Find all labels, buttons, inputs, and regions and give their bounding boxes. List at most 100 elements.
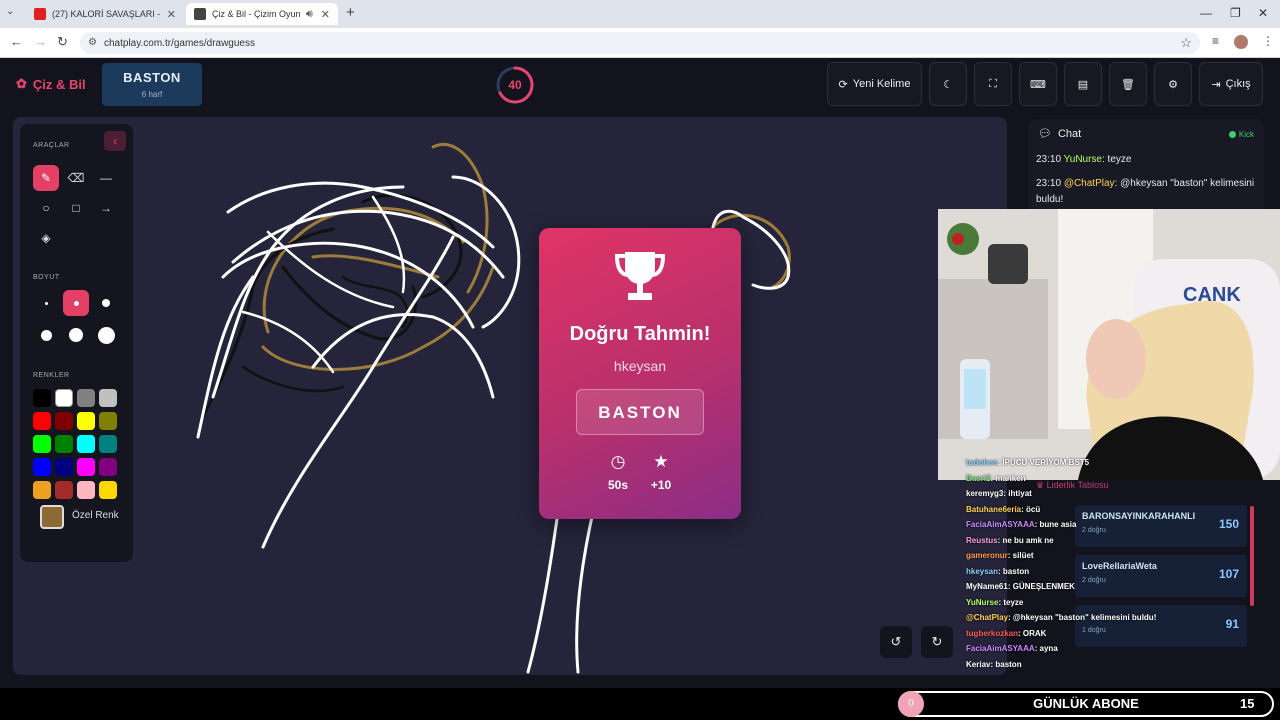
- color-swatch[interactable]: [55, 412, 73, 430]
- guessed-word: BASTON: [576, 389, 704, 435]
- color-swatch[interactable]: [33, 389, 51, 407]
- tools-panel: ARAÇLAR ‹ ✎ ⌫ — ○ □ → ◈ BOYUT RENKLER Öz…: [20, 124, 133, 562]
- overlay-chat-user: MyName61: [966, 582, 1008, 591]
- colors-section-label: RENKLER: [33, 372, 70, 379]
- gear-icon: ⚙: [1168, 78, 1178, 91]
- size-option-xxl[interactable]: [93, 322, 119, 348]
- color-swatch[interactable]: [77, 412, 95, 430]
- timer-value: 40: [508, 78, 522, 92]
- app-logo: ✿ Çiz & Bil: [16, 76, 86, 92]
- clear-canvas-button[interactable]: 🗑︎: [1109, 62, 1147, 106]
- undo-icon: ↺: [890, 634, 902, 649]
- color-swatch[interactable]: [33, 481, 51, 499]
- chat-message: 23:10 YuNurse: teyze: [1036, 154, 1132, 165]
- color-swatch[interactable]: [99, 458, 117, 476]
- close-tab-icon[interactable]: ✕: [321, 8, 330, 21]
- size-option-m[interactable]: [93, 290, 119, 316]
- custom-color-swatch[interactable]: [40, 505, 64, 529]
- reload-icon[interactable]: ↻: [57, 34, 68, 50]
- tab-list-icon[interactable]: ⌄: [6, 6, 14, 17]
- color-swatch[interactable]: [77, 389, 95, 407]
- overlay-chat-user: hkeysan: [966, 566, 999, 576]
- browser-tab-youtube[interactable]: (27) KALORİ SAVAŞLARI - YouT ✕: [26, 3, 184, 25]
- color-swatch[interactable]: [99, 389, 117, 407]
- bookmark-star-icon[interactable]: ☆: [1180, 35, 1192, 51]
- color-swatch[interactable]: [99, 435, 117, 453]
- exit-button[interactable]: ⇥ Çıkış: [1199, 62, 1263, 106]
- drawing-canvas[interactable]: [13, 117, 1007, 675]
- overlay-chat-message: hkeysan: baston: [966, 567, 1029, 576]
- browser-tab-drawguess[interactable]: Çiz & Bil - Çizim Oyunu 🔊︎ ✕: [186, 3, 338, 25]
- color-swatch[interactable]: [77, 458, 95, 476]
- arrow-tool-button[interactable]: →: [93, 195, 119, 221]
- star-icon: ★: [653, 452, 669, 471]
- close-window-icon[interactable]: ✕: [1258, 6, 1268, 20]
- color-swatch[interactable]: [77, 435, 95, 453]
- tab-title: Çiz & Bil - Çizim Oyunu: [212, 9, 300, 19]
- archive-button[interactable]: ▤: [1064, 62, 1102, 106]
- brush-tool-button[interactable]: ✎: [33, 165, 59, 191]
- close-tab-icon[interactable]: ✕: [167, 8, 176, 21]
- line-tool-button[interactable]: —: [93, 165, 119, 191]
- fill-tool-button[interactable]: ◈: [33, 225, 59, 251]
- color-swatch[interactable]: [33, 458, 51, 476]
- circle-icon: ○: [42, 201, 50, 215]
- color-swatch[interactable]: [33, 435, 51, 453]
- fill-bucket-icon: ◈: [41, 231, 51, 245]
- subscriber-count: 15: [1240, 696, 1255, 711]
- arrow-icon: →: [100, 201, 112, 215]
- collapse-panel-button[interactable]: ‹: [104, 131, 126, 151]
- keyboard-button[interactable]: ⌨: [1019, 62, 1057, 106]
- streamer-camera-image: CANK: [938, 209, 1280, 480]
- settings-button[interactable]: ⚙: [1154, 62, 1192, 106]
- speaker-icon[interactable]: 🔊︎: [306, 8, 313, 21]
- circle-tool-button[interactable]: ○: [33, 195, 59, 221]
- restore-icon[interactable]: ❐: [1230, 6, 1241, 20]
- overlay-chat-text: : baston: [998, 566, 1030, 576]
- new-word-button[interactable]: ⟳ Yeni Kelime: [827, 62, 922, 106]
- sketch-strokes: [196, 142, 957, 674]
- overlay-chat-text: : bune asia: [1034, 520, 1077, 529]
- minimize-icon[interactable]: —: [1200, 6, 1212, 20]
- overlay-chat-user: YuNurse: [966, 597, 999, 607]
- color-swatch[interactable]: [55, 435, 73, 453]
- color-swatch[interactable]: [55, 481, 73, 499]
- profile-avatar[interactable]: [1234, 35, 1248, 49]
- trash-icon: 🗑︎: [1121, 78, 1135, 91]
- color-swatch[interactable]: [99, 412, 117, 430]
- site-info-icon[interactable]: ⚙: [88, 37, 97, 48]
- color-swatch[interactable]: [55, 458, 73, 476]
- rectangle-tool-button[interactable]: □: [63, 195, 89, 221]
- new-tab-icon[interactable]: +: [346, 4, 355, 21]
- media-icon[interactable]: ≡: [1212, 34, 1219, 48]
- overlay-chat-message: keremyg3: ihtiyat: [966, 489, 1032, 498]
- overlay-chat-message: @ChatPlay: @hkeysan "baston" kelimesini …: [966, 613, 1156, 622]
- expand-icon: ⛶: [989, 77, 997, 90]
- color-swatch[interactable]: [77, 481, 95, 499]
- url-field[interactable]: ⚙ chatplay.com.tr/games/drawguess ☆: [80, 32, 1200, 54]
- overlay-chat-message: MyName61: GÜNEŞLENMEK: [966, 582, 1075, 591]
- overlay-chat-message: Reustus: ne bu amk ne: [966, 536, 1054, 545]
- size-option-xs[interactable]: [33, 290, 59, 316]
- size-option-xl[interactable]: [63, 322, 89, 348]
- overlay-chat-user: gameronur: [966, 551, 1008, 560]
- color-swatch[interactable]: [99, 481, 117, 499]
- undo-button[interactable]: ↺: [880, 626, 912, 658]
- overlay-chat-user: tudoben: [966, 458, 998, 467]
- dark-mode-button[interactable]: ☾: [929, 62, 967, 106]
- size-option-s[interactable]: [63, 290, 89, 316]
- game-favicon-icon: [194, 8, 206, 20]
- back-icon[interactable]: ←: [10, 34, 23, 49]
- svg-text:CANK: CANK: [1183, 284, 1241, 306]
- eraser-tool-button[interactable]: ⌫: [63, 165, 89, 191]
- redo-button[interactable]: ↻: [921, 626, 953, 658]
- forward-icon[interactable]: →: [34, 34, 47, 49]
- stream-chat-overlay: tudoben: İPUCU VERİYOM BST5 Basri2: manke…: [962, 454, 1280, 670]
- color-swatch[interactable]: [33, 412, 51, 430]
- overlay-chat-user: Basri2: [966, 473, 991, 483]
- size-option-l[interactable]: [33, 322, 59, 348]
- menu-icon[interactable]: ⋮: [1262, 34, 1274, 48]
- fullscreen-button[interactable]: ⛶: [974, 62, 1012, 106]
- color-swatch[interactable]: [55, 389, 73, 407]
- subscriber-progress: 0: [898, 691, 924, 717]
